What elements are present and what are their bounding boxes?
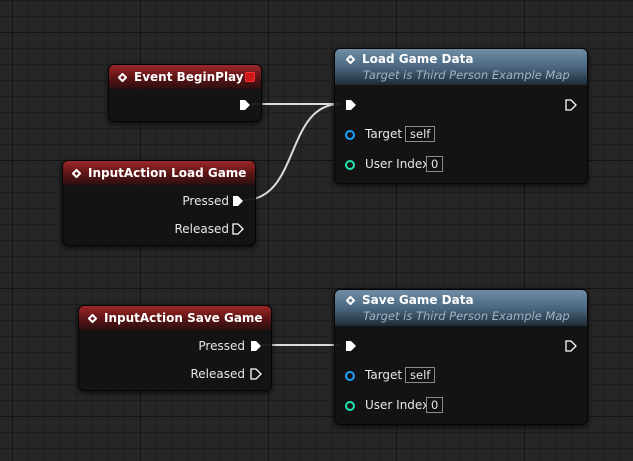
node-header[interactable]: Save Game Data Target is Third Person Ex… [335, 290, 587, 326]
diamond-icon [345, 295, 356, 305]
delegate-square-icon[interactable] [245, 72, 255, 82]
node-header[interactable]: Load Game Data Target is Third Person Ex… [335, 49, 587, 85]
node-title: InputAction Save Game [104, 311, 263, 325]
target-pin[interactable] [345, 371, 355, 381]
node-title: Load Game Data [362, 52, 474, 66]
target-pin[interactable] [345, 130, 355, 140]
target-label: Target [365, 127, 403, 141]
released-exec-out-pin[interactable] [232, 223, 244, 235]
save-game-data-node[interactable]: Save Game Data Target is Third Person Ex… [334, 289, 588, 425]
node-title: InputAction Load Game [88, 166, 247, 180]
user-index-label: User Index [365, 157, 430, 171]
pressed-label: Pressed [198, 339, 245, 353]
node-subtitle: Target is Third Person Example Map [363, 68, 570, 82]
pressed-label: Pressed [182, 194, 229, 208]
pressed-exec-out-pin[interactable] [250, 340, 262, 352]
user-index-pin[interactable] [345, 160, 355, 170]
diamond-icon [345, 54, 356, 64]
load-game-data-node[interactable]: Load Game Data Target is Third Person Ex… [334, 48, 588, 184]
node-header[interactable]: InputAction Save Game [79, 306, 271, 330]
node-subtitle: Target is Third Person Example Map [363, 309, 570, 323]
user-index-input[interactable]: 0 [426, 156, 444, 172]
exec-out-pin[interactable] [239, 99, 251, 111]
diamond-icon [71, 168, 82, 178]
node-title: Save Game Data [362, 293, 474, 307]
target-label: Target [365, 368, 403, 382]
event-beginplay-node[interactable]: Event BeginPlay [108, 64, 262, 122]
target-value[interactable]: self [405, 126, 436, 142]
released-label: Released [174, 222, 229, 236]
pressed-exec-out-pin[interactable] [232, 195, 244, 207]
target-value[interactable]: self [405, 367, 436, 383]
node-header[interactable]: InputAction Load Game [63, 161, 255, 185]
exec-in-pin[interactable] [345, 99, 357, 111]
diamond-icon [117, 72, 128, 82]
node-title: Event BeginPlay [134, 70, 244, 84]
user-index-input[interactable]: 0 [426, 397, 444, 413]
exec-out-pin[interactable] [565, 99, 577, 111]
released-label: Released [190, 367, 245, 381]
released-exec-out-pin[interactable] [250, 368, 262, 380]
inputaction-load-game-node[interactable]: InputAction Load Game Pressed Released [62, 160, 256, 246]
user-index-label: User Index [365, 398, 430, 412]
diamond-icon [87, 313, 98, 323]
inputaction-save-game-node[interactable]: InputAction Save Game Pressed Released [78, 305, 272, 391]
exec-in-pin[interactable] [345, 340, 357, 352]
node-header[interactable]: Event BeginPlay [109, 65, 261, 89]
user-index-pin[interactable] [345, 401, 355, 411]
exec-out-pin[interactable] [565, 340, 577, 352]
